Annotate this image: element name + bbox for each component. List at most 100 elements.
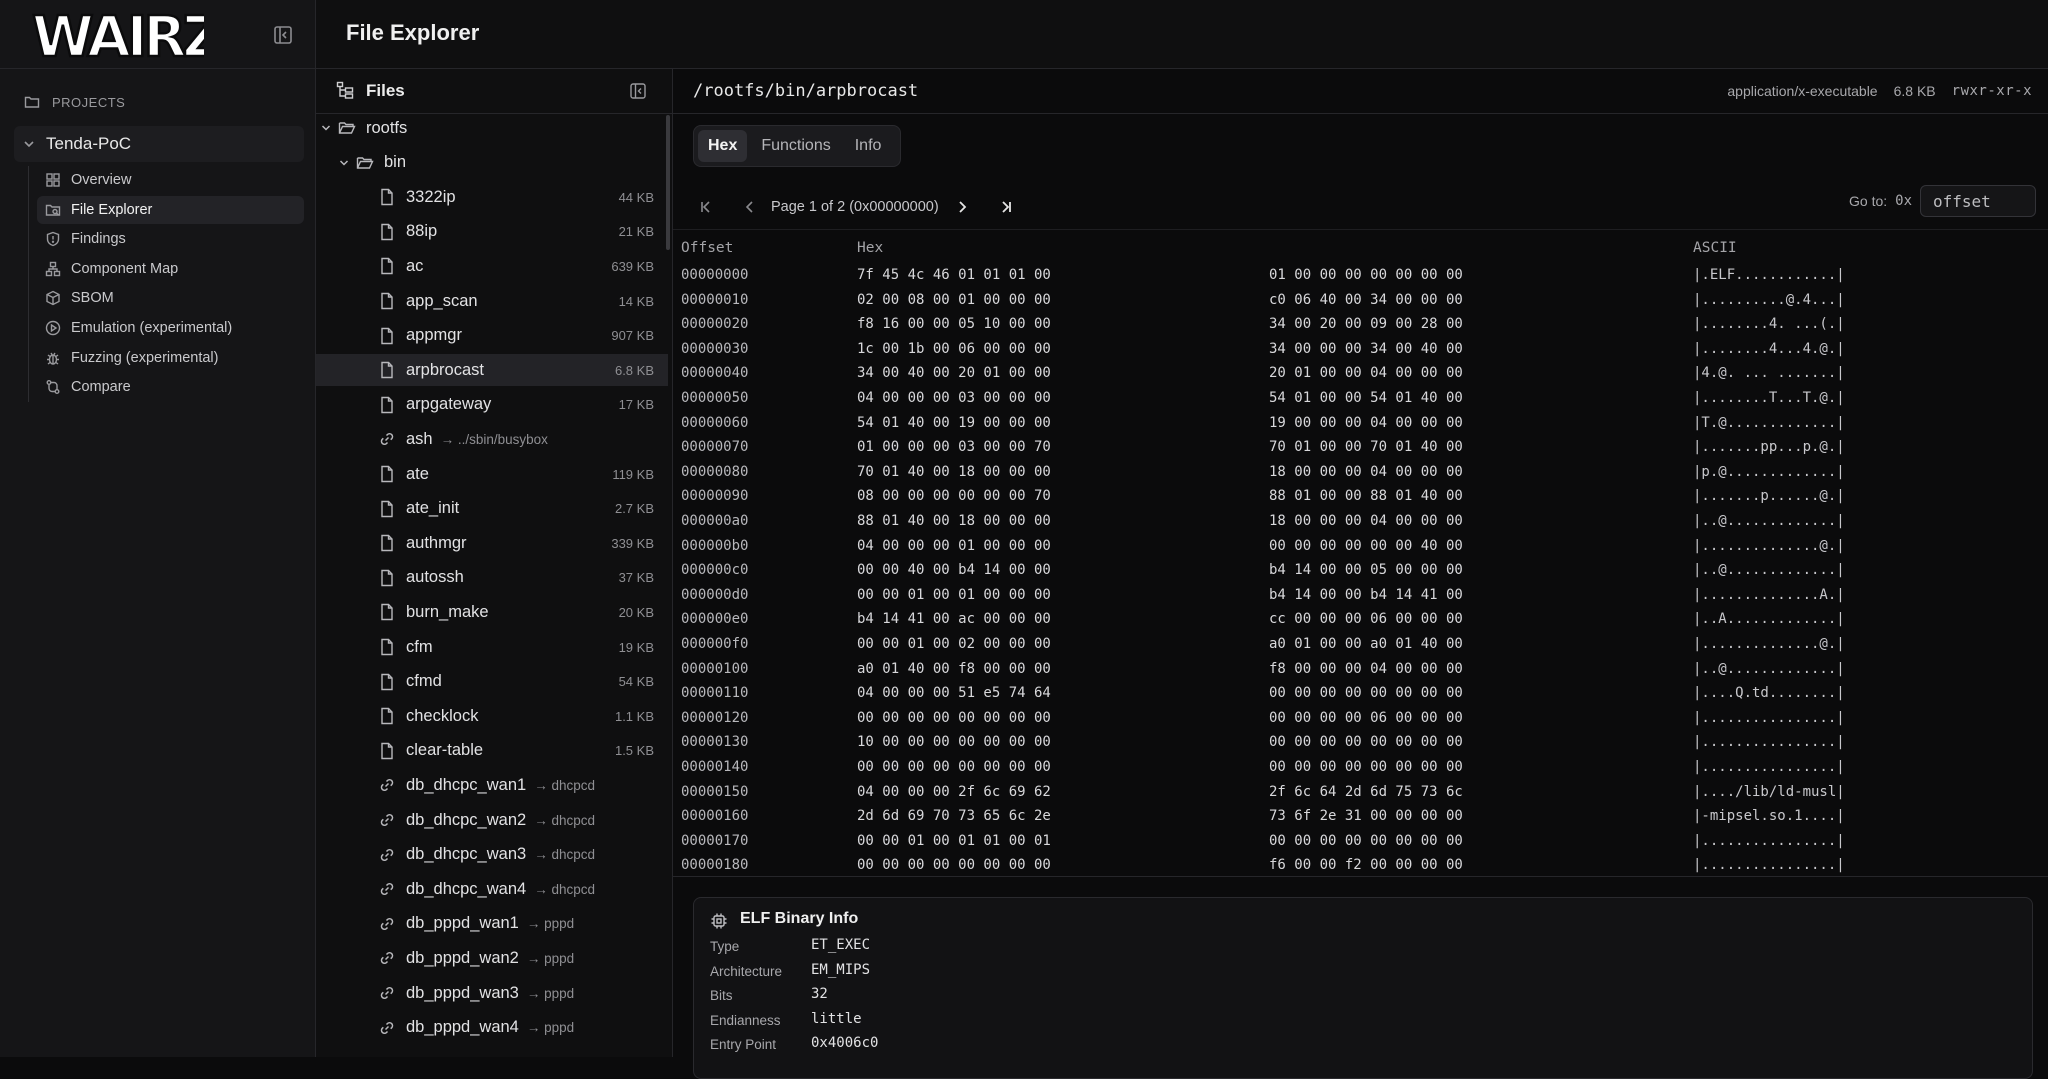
files-header: Files	[316, 69, 672, 114]
hex-row[interactable]: 000000f0 00 00 01 00 02 00 00 00 a0 01 00 …	[673, 633, 2048, 658]
tree-file[interactable]: ac 639 KB	[316, 250, 668, 282]
first-page-button[interactable]	[693, 194, 719, 220]
projects-header[interactable]: PROJECTS	[24, 90, 125, 114]
tree-file[interactable]: burn_make 20 KB	[316, 596, 668, 628]
cpu-icon	[711, 913, 727, 929]
tree-file[interactable]: autossh 37 KB	[316, 562, 668, 594]
sidebar-item-compare[interactable]: Compare	[37, 373, 304, 401]
hex-row[interactable]: 000000e0 b4 14 41 00 ac 00 00 00 cc 00 00 …	[673, 608, 2048, 633]
tree-symlink[interactable]: db_dhcpc_wan1 → dhcpcd	[316, 769, 668, 801]
next-page-button[interactable]	[949, 194, 975, 220]
hex-row[interactable]: 00000010 02 00 08 00 01 00 00 00 c0 06 40 …	[673, 289, 2048, 314]
hex-row[interactable]: 00000090 08 00 00 00 00 00 00 70 88 01 00 …	[673, 485, 2048, 510]
tree-symlink[interactable]: db_pppd_wan1 → pppd	[316, 908, 668, 940]
sidebar-item-file-explorer[interactable]: File Explorer	[37, 195, 304, 224]
symlink-target-path: pppd	[544, 916, 575, 932]
hex-row[interactable]: 00000030 1c 00 1b 00 06 00 00 00 34 00 00 …	[673, 338, 2048, 363]
tree-folder[interactable]: bin	[316, 147, 668, 179]
sidebar-item-component-map[interactable]: Component Map	[37, 255, 304, 283]
tree-file[interactable]: app_scan 14 KB	[316, 285, 668, 317]
sidebar-item-label: Emulation (experimental)	[71, 320, 233, 336]
tree-file[interactable]: 88ip 21 KB	[316, 216, 668, 248]
hex-row[interactable]: 00000050 04 00 00 00 03 00 00 00 54 01 00 …	[673, 387, 2048, 412]
project-tenda-poc[interactable]: Tenda-PoC	[14, 126, 304, 162]
tree-file[interactable]: ate_init 2.7 KB	[316, 493, 668, 525]
tree-file[interactable]: clear-table 1.5 KB	[316, 735, 668, 767]
hex-ascii: |................|	[1693, 709, 1845, 726]
hex-row[interactable]: 00000180 00 00 00 00 00 00 00 00 f6 00 00 …	[673, 854, 2048, 876]
hex-row[interactable]: 000000c0 00 00 40 00 b4 14 00 00 b4 14 00 …	[673, 559, 2048, 584]
tree-symlink[interactable]: db_pppd_wan4 → pppd	[316, 1012, 668, 1044]
tree-file[interactable]: 3322ip 44 KB	[316, 181, 668, 213]
hex-row[interactable]: 00000140 00 00 00 00 00 00 00 00 00 00 00 …	[673, 756, 2048, 781]
hex-row[interactable]: 00000110 04 00 00 00 51 e5 74 64 00 00 00 …	[673, 682, 2048, 707]
tree-symlink[interactable]: ash → ../sbin/busybox	[316, 423, 668, 455]
file-size: 21 KB	[618, 224, 654, 240]
hex-row[interactable]: 00000020 f8 16 00 00 05 10 00 00 34 00 20 …	[673, 313, 2048, 338]
tree-file[interactable]: arpbrocast 6.8 KB	[316, 354, 668, 387]
tree-item-name: rootfs	[366, 118, 408, 137]
hex-bytes-high: f6 00 00 f2 00 00 00 00	[1269, 857, 1463, 874]
goto-prefix: 0x	[1895, 193, 1912, 209]
folder-icon	[24, 96, 40, 108]
hex-row[interactable]: 00000040 34 00 40 00 20 01 00 00 20 01 00 …	[673, 362, 2048, 387]
tree-item-name: app_scan	[406, 291, 478, 310]
prev-page-button[interactable]	[737, 194, 763, 220]
tree-file[interactable]: cfm 19 KB	[316, 631, 668, 663]
tree-symlink[interactable]: db_dhcpc_wan4 → dhcpcd	[316, 873, 668, 905]
hex-bytes-high: f8 00 00 00 04 00 00 00	[1269, 660, 1463, 677]
hex-row[interactable]: 00000150 04 00 00 00 2f 6c 69 62 2f 6c 64 …	[673, 781, 2048, 806]
hex-bytes-high: 00 00 00 00 00 00 00 00	[1269, 734, 1463, 751]
tree-file[interactable]: appmgr 907 KB	[316, 320, 668, 352]
hex-bytes-high: 34 00 20 00 09 00 28 00	[1269, 316, 1463, 333]
tab-hex[interactable]: Hex	[698, 130, 748, 162]
goto-offset-input[interactable]	[1920, 185, 2036, 217]
hex-row[interactable]: 00000100 a0 01 40 00 f8 00 00 00 f8 00 00 …	[673, 658, 2048, 683]
hex-row[interactable]: 000000b0 04 00 00 00 01 00 00 00 00 00 00 …	[673, 535, 2048, 560]
tree-file[interactable]: arpgateway 17 KB	[316, 389, 668, 421]
hex-ascii: |........4...4.@.|	[1693, 340, 1845, 357]
tab-info[interactable]: Info	[845, 130, 892, 162]
tree-item-name: db_dhcpc_wan2	[406, 810, 527, 829]
hex-ascii: |..../lib/ld-musl|	[1693, 783, 1845, 800]
sidebar-item-findings[interactable]: Findings	[37, 225, 304, 253]
hex-row[interactable]: 00000000 7f 45 4c 46 01 01 01 00 01 00 00 …	[673, 264, 2048, 289]
link-icon	[380, 1021, 394, 1034]
hex-row[interactable]: 00000070 01 00 00 00 03 00 00 70 70 01 00 …	[673, 436, 2048, 461]
hex-row[interactable]: 00000130 10 00 00 00 00 00 00 00 00 00 00 …	[673, 731, 2048, 756]
sidebar-item-sbom[interactable]: SBOM	[37, 284, 304, 312]
tree-symlink[interactable]: db_dhcpc_wan2 → dhcpcd	[316, 804, 668, 836]
hex-view[interactable]: Offset Hex ASCII 00000000 7f 45 4c 46 01 …	[673, 229, 2048, 877]
sidebar-item-overview[interactable]: Overview	[37, 166, 304, 194]
hex-row[interactable]: 00000170 00 00 01 00 01 01 00 01 00 00 00 …	[673, 830, 2048, 855]
tree-symlink[interactable]: db_dhcpc_wan3 → dhcpcd	[316, 839, 668, 871]
collapse-sidebar-icon[interactable]	[272, 24, 294, 46]
hex-bytes-low: 00 00 00 00 00 00 00 00	[857, 857, 1051, 874]
file-tree-scrollbar[interactable]	[666, 115, 670, 250]
sidebar-item-emulation[interactable]: Emulation (experimental)	[37, 314, 304, 342]
hex-row[interactable]: 00000080 70 01 40 00 18 00 00 00 18 00 00 …	[673, 461, 2048, 486]
tree-file[interactable]: authmgr 339 KB	[316, 527, 668, 559]
collapse-panel-icon[interactable]	[629, 82, 647, 100]
hex-ascii: |..@.............|	[1693, 562, 1845, 579]
hex-row[interactable]: 000000a0 88 01 40 00 18 00 00 00 18 00 00 …	[673, 510, 2048, 535]
tree-folder[interactable]: rootfs	[316, 112, 668, 144]
file-icon	[381, 292, 393, 310]
tree-file[interactable]: cfmd 54 KB	[316, 666, 668, 698]
hex-row[interactable]: 000000d0 00 00 01 00 01 00 00 00 b4 14 00 …	[673, 584, 2048, 609]
elf-field-row: Entry Point 0x4006c0	[710, 1034, 1310, 1056]
tree-file[interactable]: checklock 1.1 KB	[316, 700, 668, 732]
sidebar-item-fuzzing[interactable]: Fuzzing (experimental)	[37, 344, 304, 372]
hex-bytes-high: 00 00 00 00 00 00 00 00	[1269, 685, 1463, 702]
tab-functions[interactable]: Functions	[751, 130, 840, 162]
last-page-button[interactable]	[993, 194, 1019, 220]
tree-symlink[interactable]: db_pppd_wan2 → pppd	[316, 942, 668, 974]
tree-symlink[interactable]: db_pppd_wan3 → pppd	[316, 977, 668, 1009]
tree-file[interactable]: ate 119 KB	[316, 458, 668, 490]
hex-row[interactable]: 00000160 2d 6d 69 70 73 65 6c 2e 73 6f 2e …	[673, 805, 2048, 830]
hex-ascii: |.......p......@.|	[1693, 488, 1845, 505]
hex-row[interactable]: 00000120 00 00 00 00 00 00 00 00 00 00 00 …	[673, 707, 2048, 732]
hex-bytes-high: 00 00 00 00 00 00 00 00	[1269, 832, 1463, 849]
hex-row[interactable]: 00000060 54 01 40 00 19 00 00 00 19 00 00 …	[673, 412, 2048, 437]
file-size: 14 KB	[618, 293, 654, 309]
